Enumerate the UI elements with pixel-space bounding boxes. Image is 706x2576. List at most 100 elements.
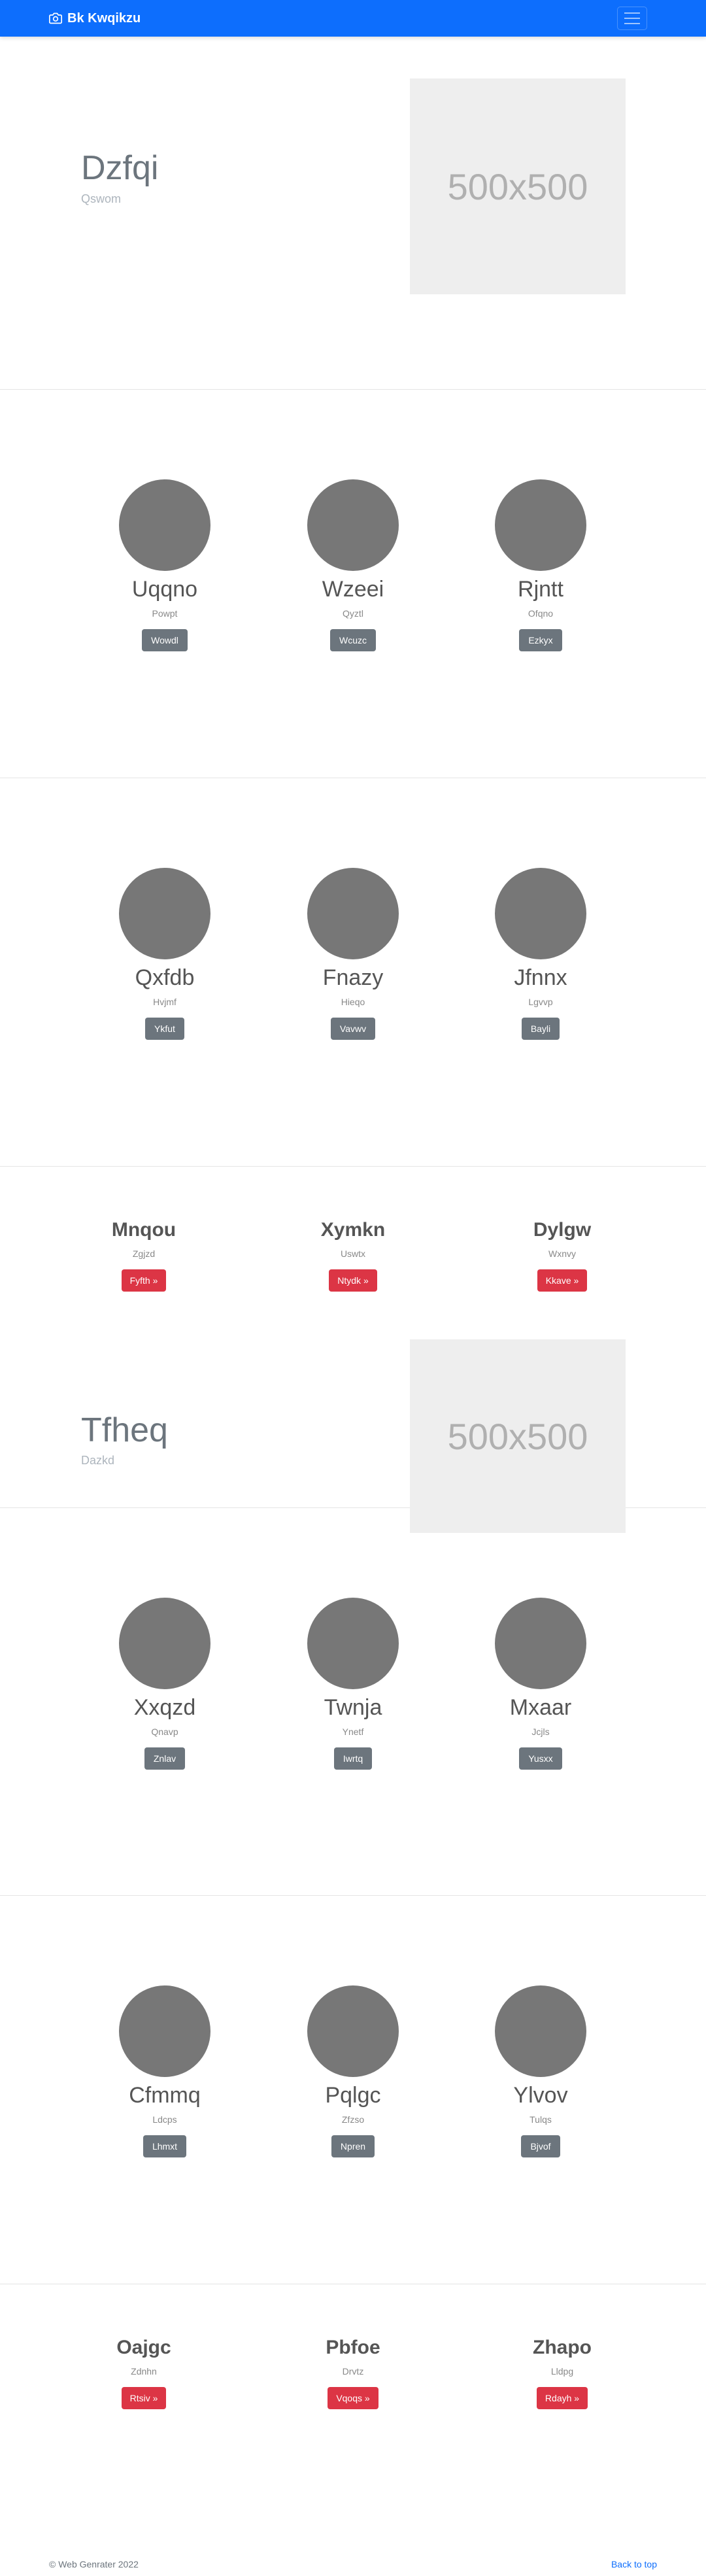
team-section: Uqqno Powpt Wowdl Wzeei Qyztl Wcuzc Rjnt… [0,390,706,778]
hero-subtitle: Qswom [81,192,122,205]
member-button[interactable]: Vavwv [330,1018,376,1040]
feature-subtitle: Zdnhn [131,2366,157,2377]
feature-card: Dylgw Wxnvy Kkave » [497,1219,628,1292]
member-role: Powpt [152,608,178,619]
member-role: Ynetf [342,1726,364,1738]
member-role: Ofqno [528,608,554,619]
member-button[interactable]: Bjvof [521,2135,560,2158]
hero-section: Dzfqi Qswom 500x500 [0,37,706,390]
member-role: Hvjmf [153,997,176,1008]
avatar [495,479,586,571]
member-name: Twnja [324,1695,382,1720]
member-button[interactable]: Znlav [144,1747,186,1770]
team-card: Wzeei Qyztl Wcuzc [288,479,418,652]
member-button[interactable]: Ykfut [145,1018,184,1040]
avatar [119,1985,210,2077]
team-card: Rjntt Ofqno Ezkyx [475,479,606,652]
hero-placeholder-image: 500x500 [410,1339,626,1533]
member-role: Zfzso [341,2114,365,2125]
feature-button[interactable]: Rdayh » [536,2387,588,2409]
team-card: Mxaar Jcjls Yusxx [475,1598,606,1770]
hero-title: Dzfqi [81,149,159,187]
feature-title: Pbfoe [326,2337,380,2358]
feature-card: Oajgc Zdnhn Rtsiv » [78,2337,209,2409]
avatar [495,868,586,959]
member-name: Ylvov [513,2083,568,2108]
member-role: Qnavp [151,1726,178,1738]
copyright-text: © Web Genrater 2022 [49,2559,139,2569]
member-button[interactable]: Iwrtq [333,1747,373,1770]
team-section: Qxfdb Hvjmf Ykfut Fnazy Hieqo Vavwv Jfnn… [0,778,706,1167]
navbar: Bk Kwqikzu [0,0,706,37]
feature-button[interactable]: Fyfth » [121,1269,167,1292]
team-section: Xxqzd Qnavp Znlav Twnja Ynetf Iwrtq Mxaa… [0,1508,706,1896]
hamburger-icon-bar [624,18,640,19]
features-section: Oajgc Zdnhn Rtsiv » Pbfoe Drvtz Vqoqs » … [0,2284,706,2409]
member-role: Lgvvp [528,997,553,1008]
menu-toggle-button[interactable] [617,7,647,30]
feature-card: Xymkn Uswtx Ntydk » [288,1219,418,1292]
avatar [307,1598,399,1689]
feature-title: Zhapo [533,2337,592,2358]
hero-subtitle: Dazkd [81,1454,115,1467]
member-name: Wzeei [322,577,384,602]
feature-button[interactable]: Kkave » [537,1269,588,1292]
avatar [119,1598,210,1689]
feature-subtitle: Lldpg [550,2366,574,2377]
hero-section: Tfheq Dazkd 500x500 [0,1337,706,1533]
member-name: Cfmmq [129,2083,201,2108]
member-name: Qxfdb [135,965,195,990]
team-card: Fnazy Hieqo Vavwv [288,868,418,1040]
hamburger-icon-bar [624,12,640,14]
brand-link[interactable]: Bk Kwqikzu [49,0,141,37]
member-name: Xxqzd [133,1695,196,1720]
team-card: Ylvov Tulqs Bjvof [475,1985,606,2158]
member-name: Jfnnx [514,965,567,990]
member-button[interactable]: Ezkyx [519,629,562,652]
feature-title: Oajgc [116,2337,171,2358]
feature-button[interactable]: Ntydk » [329,1269,377,1292]
feature-title: Xymkn [320,1219,386,1241]
member-button[interactable]: Lhmxt [143,2135,187,2158]
team-card: Cfmmq Ldcps Lhmxt [99,1985,230,2158]
team-card: Twnja Ynetf Iwrtq [288,1598,418,1770]
avatar [119,479,210,571]
footer: © Web Genrater 2022 Back to top [0,2556,706,2575]
member-button[interactable]: Bayli [521,1018,560,1040]
avatar [307,479,399,571]
member-button[interactable]: Wowdl [142,629,188,652]
hero-placeholder-image: 500x500 [410,78,626,294]
team-section: Cfmmq Ldcps Lhmxt Pqlgc Zfzso Npren Ylvo… [0,1896,706,2284]
avatar [307,1985,399,2077]
avatar [495,1985,586,2077]
member-name: Pqlgc [325,2083,381,2108]
feature-button[interactable]: Rtsiv » [121,2387,167,2409]
member-button[interactable]: Wcuzc [330,629,376,652]
hamburger-icon-bar [624,23,640,24]
feature-subtitle: Zgjzd [132,1248,156,1259]
team-card: Jfnnx Lgvvp Bayli [475,868,606,1040]
member-name: Fnazy [322,965,384,990]
feature-card: Mnqou Zgjzd Fyfth » [78,1219,209,1292]
member-role: Tulqs [530,2114,552,2125]
member-button[interactable]: Npren [331,2135,375,2158]
feature-subtitle: Drvtz [342,2366,364,2377]
member-name: Rjntt [518,577,563,602]
member-button[interactable]: Yusxx [519,1747,562,1770]
hero-title: Tfheq [81,1411,168,1449]
brand-name: Bk Kwqikzu [67,10,141,26]
team-card: Qxfdb Hvjmf Ykfut [99,868,230,1040]
back-to-top-link[interactable]: Back to top [611,2559,657,2569]
member-name: Uqqno [131,577,198,602]
feature-subtitle: Wxnvy [548,1248,576,1259]
team-card: Xxqzd Qnavp Znlav [99,1598,230,1770]
avatar [495,1598,586,1689]
team-card: Uqqno Powpt Wowdl [99,479,230,652]
feature-subtitle: Uswtx [340,1248,366,1259]
feature-button[interactable]: Vqoqs » [328,2387,378,2409]
avatar [119,868,210,959]
camera-icon [49,12,62,24]
features-section: Mnqou Zgjzd Fyfth » Xymkn Uswtx Ntydk » … [0,1167,706,1337]
feature-title: Mnqou [111,1219,176,1241]
member-role: Jcjls [531,1726,550,1738]
